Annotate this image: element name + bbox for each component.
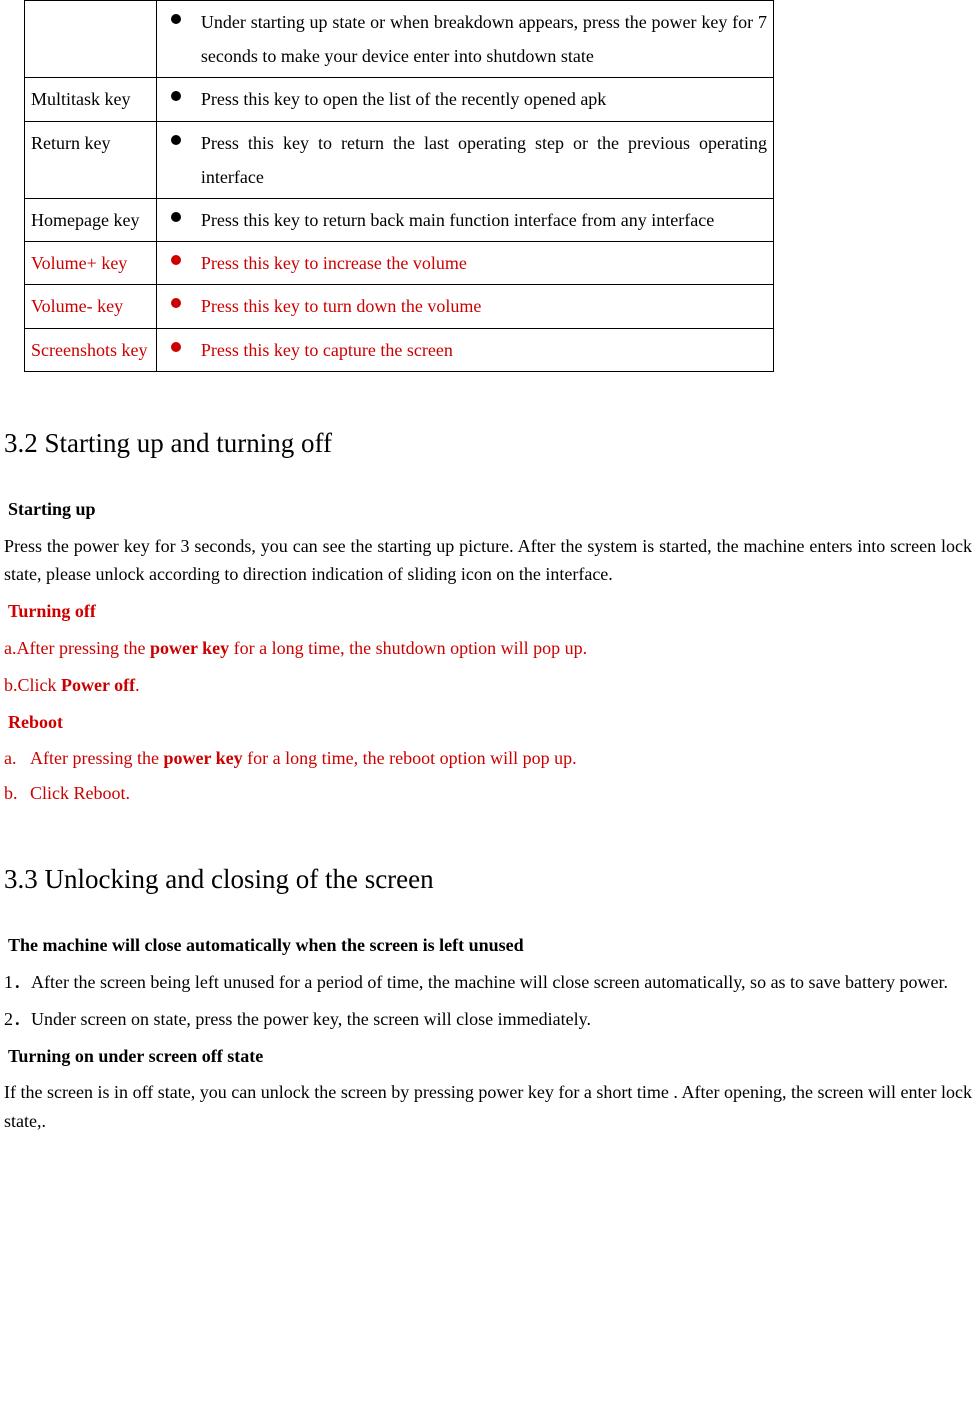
desc-text: Press this key to open the list of the r…: [201, 82, 767, 116]
desc-cell: Under starting up state or when breakdow…: [156, 1, 773, 78]
turning-on-label: Turning on under screen off state: [8, 1042, 972, 1071]
desc-cell: Press this key to turn down the volume: [156, 285, 773, 328]
step-bold: Power off: [61, 675, 135, 695]
key-cell: Volume- key: [25, 285, 157, 328]
key-cell: Volume+ key: [25, 242, 157, 285]
keys-table: Under starting up state or when breakdow…: [24, 0, 774, 372]
table-row: Multitask key Press this key to open the…: [25, 78, 774, 121]
bullet-icon: [171, 342, 181, 352]
reboot-step-a: a.After pressing the power key for a lon…: [4, 744, 972, 773]
step-suffix: for a long time, the reboot option will …: [243, 748, 577, 768]
step-prefix: b.Click: [4, 675, 61, 695]
desc-cell: Press this key to return back main funct…: [156, 198, 773, 241]
starting-up-label: Starting up: [8, 495, 972, 524]
turning-on-text: If the screen is in off state, you can u…: [4, 1078, 972, 1136]
bullet-icon: [171, 255, 181, 265]
step-bold: power key: [163, 748, 242, 768]
turning-off-label: Turning off: [8, 597, 972, 626]
desc-cell: Press this key to increase the volume: [156, 242, 773, 285]
step-bold: power key: [150, 638, 229, 658]
step-suffix: for a long time, the shutdown option wil…: [229, 638, 587, 658]
section-heading-3-2: 3.2 Starting up and turning off: [4, 422, 972, 465]
section-heading-3-3: 3.3 Unlocking and closing of the screen: [4, 858, 972, 901]
key-cell: Homepage key: [25, 198, 157, 241]
starting-up-text: Press the power key for 3 seconds, you c…: [4, 532, 972, 590]
auto-close-step-2: 2．Under screen on state, press the power…: [4, 1005, 972, 1034]
desc-text: Under starting up state or when breakdow…: [201, 5, 767, 73]
table-row: Volume+ key Press this key to increase t…: [25, 242, 774, 285]
turning-off-step-b: b.Click Power off.: [4, 671, 972, 700]
bullet-icon: [171, 91, 181, 101]
desc-text: Press this key to turn down the volume: [201, 289, 767, 323]
table-row: Under starting up state or when breakdow…: [25, 1, 774, 78]
desc-text: Press this key to increase the volume: [201, 246, 767, 280]
key-cell: Screenshots key: [25, 328, 157, 371]
list-marker: a.: [4, 744, 30, 773]
table-row: Volume- key Press this key to turn down …: [25, 285, 774, 328]
auto-close-label: The machine will close automatically whe…: [8, 931, 972, 960]
desc-cell: Press this key to return the last operat…: [156, 121, 773, 198]
bullet-icon: [171, 298, 181, 308]
reboot-step-b: b.Click Reboot.: [4, 779, 972, 808]
turning-off-step-a: a.After pressing the power key for a lon…: [4, 634, 972, 663]
key-cell: Multitask key: [25, 78, 157, 121]
key-cell: [25, 1, 157, 78]
table-row: Screenshots key Press this key to captur…: [25, 328, 774, 371]
reboot-label: Reboot: [8, 708, 972, 737]
desc-text: Press this key to return the last operat…: [201, 126, 767, 194]
step-prefix: a.After pressing the: [4, 638, 150, 658]
bullet-icon: [171, 135, 181, 145]
bullet-icon: [171, 212, 181, 222]
desc-text: Press this key to capture the screen: [201, 333, 767, 367]
desc-cell: Press this key to open the list of the r…: [156, 78, 773, 121]
desc-text: Press this key to return back main funct…: [201, 203, 767, 237]
step-prefix: After pressing the: [30, 748, 163, 768]
desc-cell: Press this key to capture the screen: [156, 328, 773, 371]
bullet-icon: [171, 14, 181, 24]
step-suffix: .: [135, 675, 140, 695]
list-marker: b.: [4, 779, 30, 808]
key-cell: Return key: [25, 121, 157, 198]
step-text: Click Reboot.: [30, 783, 130, 803]
auto-close-step-1: 1．After the screen being left unused for…: [4, 968, 972, 997]
table-row: Homepage key Press this key to return ba…: [25, 198, 774, 241]
table-row: Return key Press this key to return the …: [25, 121, 774, 198]
